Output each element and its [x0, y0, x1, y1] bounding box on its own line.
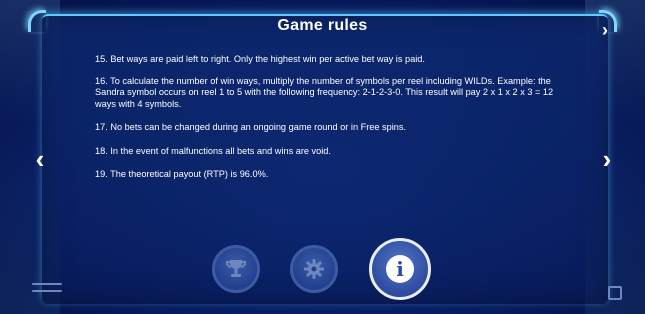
info-icon: i	[386, 255, 414, 283]
next-page-button[interactable]: ›	[600, 146, 614, 172]
info-button[interactable]: i	[369, 238, 431, 300]
menu-line	[32, 283, 62, 285]
rule-15: 15. Bet ways are paid left to right. Onl…	[95, 54, 425, 64]
trophy-icon	[226, 260, 246, 277]
menu-button[interactable]	[32, 283, 62, 297]
paytable-button[interactable]	[212, 245, 260, 293]
rules-list: 15. Bet ways are paid left to right. Onl…	[95, 54, 565, 191]
menu-line	[32, 290, 62, 292]
previous-page-button[interactable]: ‹	[33, 146, 47, 172]
rule-19: 19. The theoretical payout (RTP) is 96.0…	[95, 169, 269, 179]
dialog-title: Game rules	[277, 17, 368, 34]
chevron-right-icon: ›	[602, 144, 612, 174]
rule-17: 17. No bets can be changed during an ong…	[95, 122, 407, 132]
settings-button[interactable]	[290, 245, 338, 293]
game-screen: › Game rules 15. Bet ways are paid left …	[0, 0, 645, 314]
gear-icon	[304, 259, 324, 279]
rule-18: 18. In the event of malfunctions all bet…	[95, 145, 331, 156]
fullscreen-icon[interactable]	[608, 286, 622, 300]
bottom-button-bar: i	[212, 238, 434, 300]
chevron-left-icon: ‹	[35, 144, 45, 174]
rule-16: 16. To calculate the number of win ways,…	[95, 75, 554, 109]
